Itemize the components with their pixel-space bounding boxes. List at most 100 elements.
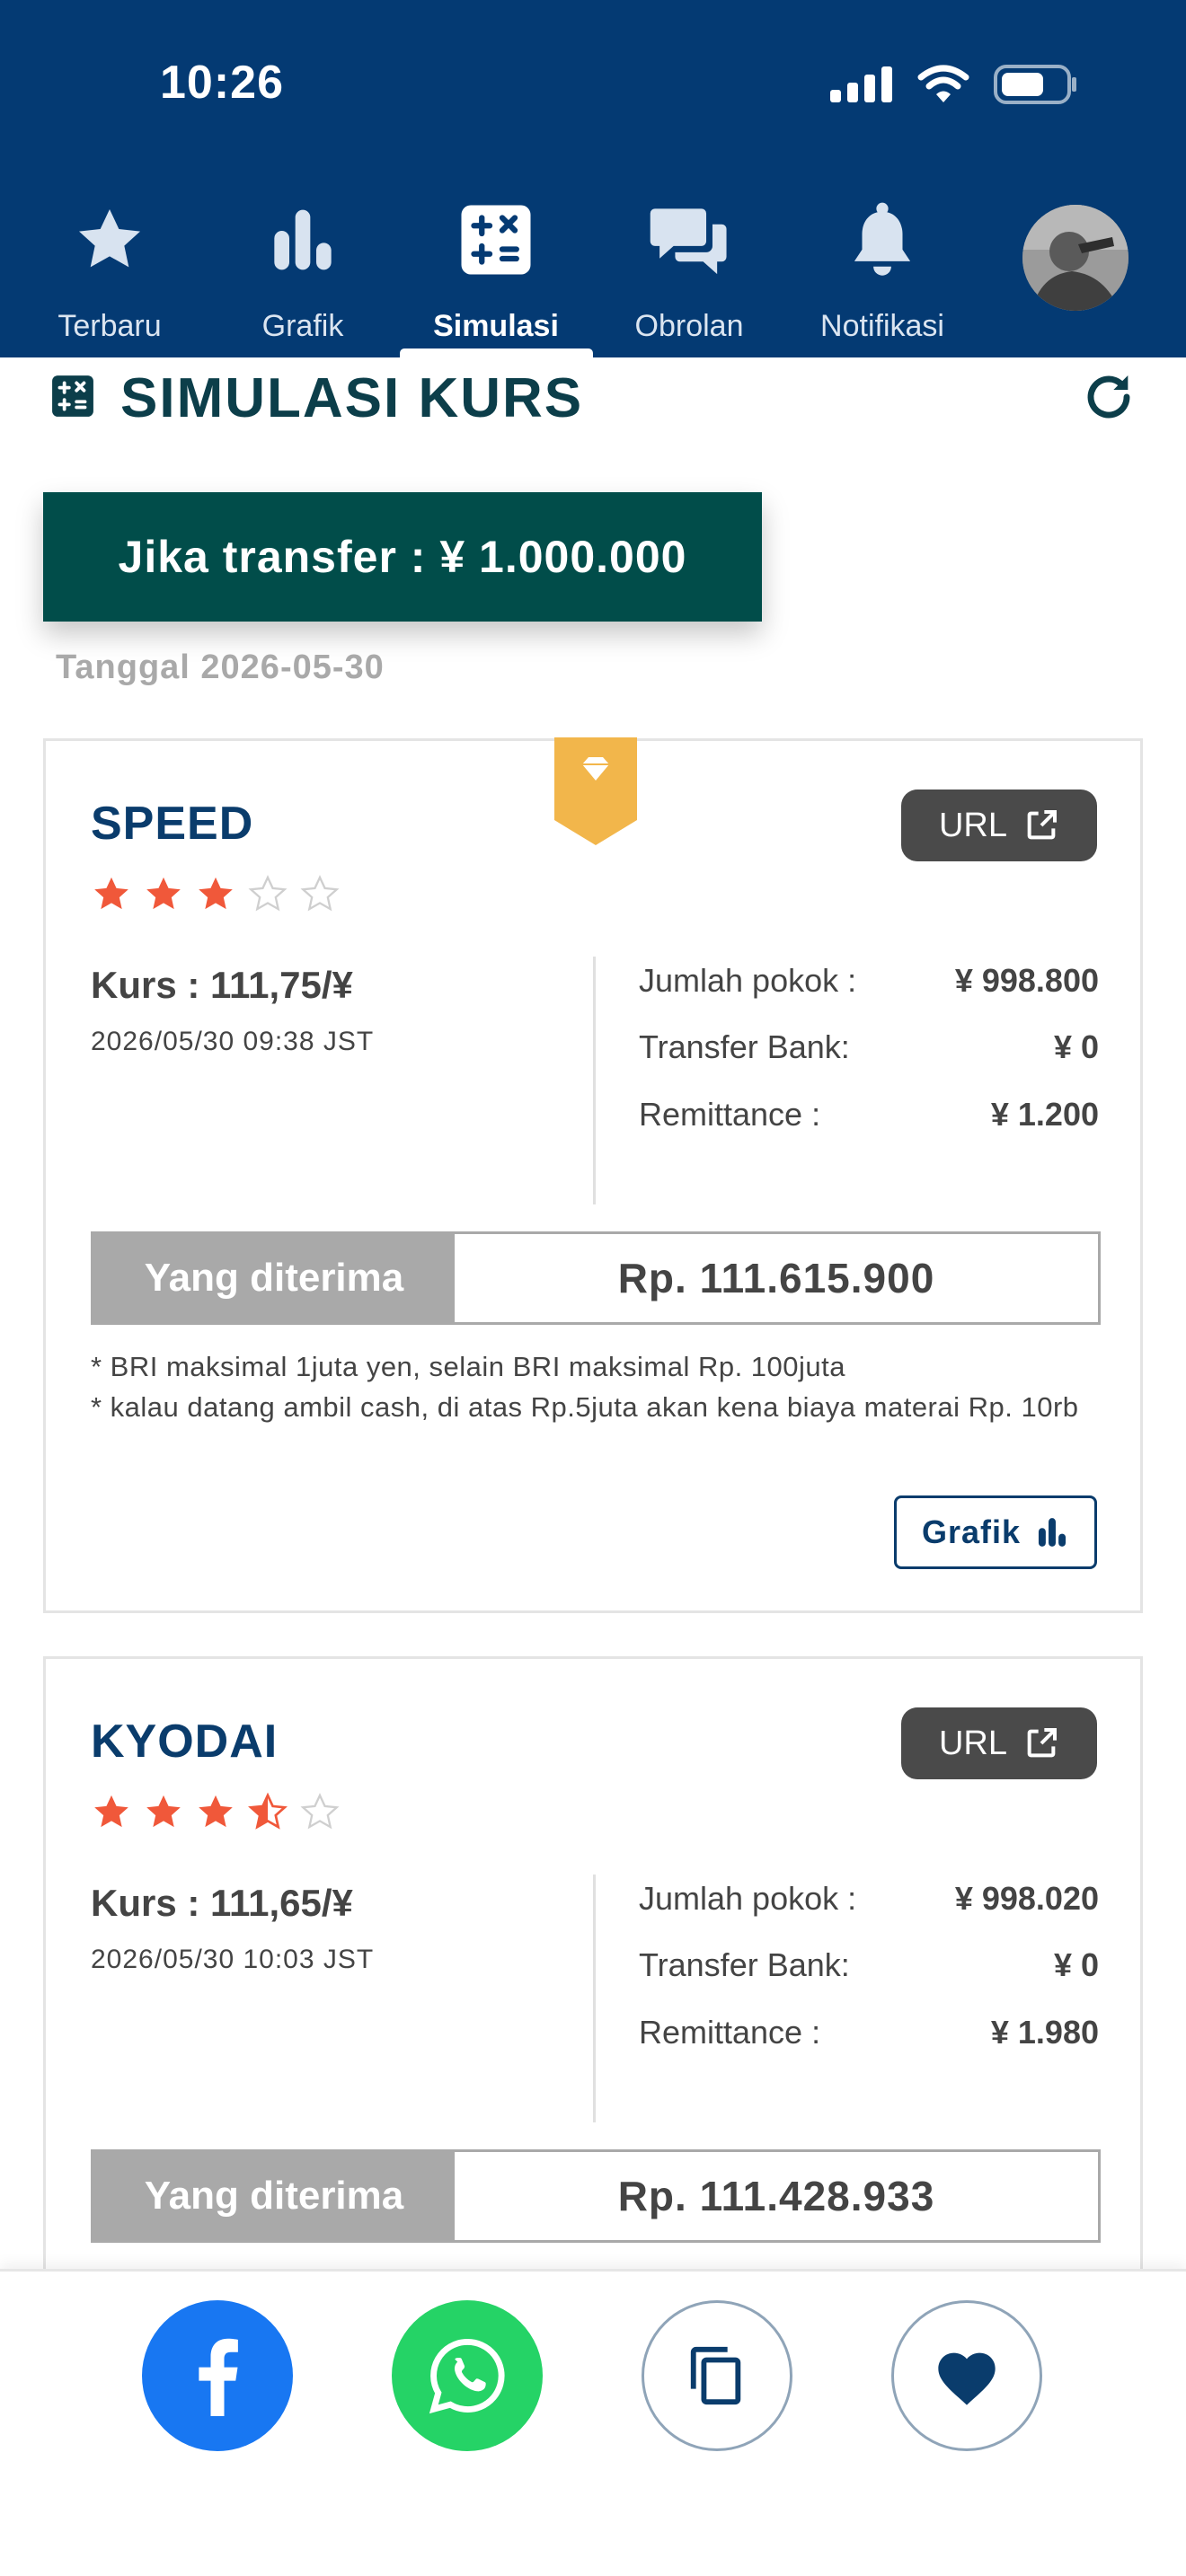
chat-icon <box>650 208 727 275</box>
rating-stars <box>91 1792 341 1833</box>
page-title: SIMULASI KURS <box>120 367 584 429</box>
status-icons <box>830 65 1078 104</box>
avatar-photo <box>1022 205 1128 311</box>
diamond-badge-icon <box>554 737 637 845</box>
note-line: * kalau datang ambil cash, di atas Rp.5j… <box>91 1391 1079 1423</box>
tab-simulasi[interactable]: Simulasi <box>406 196 586 357</box>
external-link-icon <box>1027 810 1058 840</box>
star-half-icon <box>248 1792 288 1830</box>
star-empty-icon <box>248 875 288 912</box>
star-filled-icon <box>94 877 128 910</box>
url-button[interactable]: URL <box>901 790 1097 861</box>
star-filled-icon <box>199 1795 233 1828</box>
calculator-icon <box>52 375 93 417</box>
tab-grafik-label: Grafik <box>261 309 344 343</box>
tab-grafik[interactable]: Grafik <box>213 196 393 357</box>
chart-button-label: Grafik <box>921 1513 1022 1550</box>
provider-name: SPEED <box>91 798 254 850</box>
detail-value: ¥ 998.800 <box>954 962 1099 999</box>
note-line: * BRI maksimal 1juta yen, selain BRI mak… <box>91 1351 845 1382</box>
facebook-share-button[interactable] <box>142 2300 293 2451</box>
wifi-icon <box>917 65 969 102</box>
detail-value: ¥ 0 <box>1053 1946 1099 1983</box>
detail-row: Jumlah pokok : ¥ 998.020 <box>639 1880 1099 1918</box>
detail-value: ¥ 0 <box>1053 1028 1099 1065</box>
tab-obrolan[interactable]: Obrolan <box>599 196 779 357</box>
received-value: Rp. 111.428.933 <box>617 2173 935 2219</box>
whatsapp-icon <box>429 2338 505 2414</box>
card-divider <box>593 957 596 1204</box>
whatsapp-share-button[interactable] <box>392 2300 543 2451</box>
facebook-icon <box>199 2338 238 2416</box>
simulation-date: Tanggal 2026-05-30 <box>56 648 385 686</box>
card-divider <box>593 1875 596 2122</box>
detail-value: ¥ 1.200 <box>990 1096 1099 1133</box>
exchange-rate: Kurs : 111,65/¥ <box>91 1882 353 1924</box>
tab-notifikasi[interactable]: Notifikasi <box>792 196 972 357</box>
detail-label: Remittance : <box>639 2014 821 2051</box>
star-filled-icon <box>199 877 233 910</box>
rating-stars <box>91 874 341 915</box>
exchange-rate: Kurs : 111,75/¥ <box>91 964 353 1006</box>
detail-row: Jumlah pokok : ¥ 998.800 <box>639 962 1099 1000</box>
app-header: 10:26 Terbaru Grafik Simulasi Obrolan No… <box>0 0 1186 357</box>
url-button[interactable]: URL <box>901 1707 1097 1779</box>
external-link-icon <box>1027 1728 1058 1758</box>
detail-row: Remittance : ¥ 1.200 <box>639 1096 1099 1134</box>
received-label: Yang diterima <box>93 2152 455 2240</box>
url-button-label: URL <box>938 1724 1008 1762</box>
favorite-button[interactable] <box>891 2300 1042 2451</box>
detail-row: Transfer Bank: ¥ 0 <box>639 1028 1099 1066</box>
received-value: Rp. 111.615.900 <box>617 1255 935 1301</box>
received-amount: Yang diterima Rp. 111.615.900 <box>91 1231 1101 1325</box>
url-button-label: URL <box>938 806 1008 844</box>
tab-notifikasi-label: Notifikasi <box>820 309 944 343</box>
tab-obrolan-label: Obrolan <box>634 309 744 343</box>
user-avatar[interactable] <box>1022 205 1128 311</box>
transfer-amount-box[interactable]: Jika transfer : ¥ 1.000.000 <box>43 492 762 622</box>
provider-name: KYODAI <box>91 1716 279 1768</box>
bar-chart-icon <box>1038 1518 1067 1547</box>
tab-terbaru[interactable]: Terbaru <box>20 196 199 357</box>
received-label: Yang diterima <box>93 1234 455 1322</box>
refresh-icon[interactable] <box>1080 368 1137 426</box>
status-time: 10:26 <box>160 57 284 109</box>
provider-card-speed: SPEED URL Kurs : 111,75/¥ 2026/05/30 09:… <box>43 737 1143 1613</box>
heart-icon <box>938 2352 996 2405</box>
chart-button[interactable]: Grafik <box>894 1495 1097 1569</box>
copy-link-button[interactable] <box>642 2300 792 2451</box>
main-nav: Terbaru Grafik Simulasi Obrolan Notifika… <box>0 196 1186 357</box>
detail-row: Remittance : ¥ 1.980 <box>639 2014 1099 2051</box>
active-tab-indicator <box>400 348 593 357</box>
star-icon <box>79 209 140 268</box>
provider-card-kyodai: KYODAI URL Kurs : 111,65/¥ 2026/05/30 10… <box>43 1656 1143 2375</box>
bell-icon <box>854 202 911 276</box>
received-amount: Yang diterima Rp. 111.428.933 <box>91 2149 1101 2243</box>
tab-terbaru-label: Terbaru <box>58 309 162 343</box>
card-notes: * BRI maksimal 1juta yen, selain BRI mak… <box>91 1346 1101 1427</box>
tab-simulasi-label: Simulasi <box>433 309 559 343</box>
transfer-amount-label: Jika transfer : ¥ 1.000.000 <box>118 532 687 582</box>
detail-label: Transfer Bank: <box>639 1946 850 1983</box>
rate-timestamp: 2026/05/30 09:38 JST <box>91 1027 375 1056</box>
star-filled-icon <box>146 877 181 910</box>
copy-icon <box>690 2346 741 2405</box>
rate-timestamp: 2026/05/30 10:03 JST <box>91 1945 375 1974</box>
detail-value: ¥ 998.020 <box>954 1880 1099 1917</box>
detail-row: Transfer Bank: ¥ 0 <box>639 1946 1099 1984</box>
star-filled-icon <box>146 1795 181 1828</box>
calculator-icon <box>461 205 531 275</box>
signal-icon <box>830 66 892 102</box>
star-filled-icon <box>94 1795 128 1828</box>
detail-label: Jumlah pokok : <box>639 962 857 999</box>
share-bar <box>0 2269 1186 2576</box>
bar-chart-icon <box>274 209 332 270</box>
detail-label: Jumlah pokok : <box>639 1880 857 1917</box>
star-empty-icon <box>300 1793 340 1830</box>
star-empty-icon <box>300 875 340 912</box>
battery-icon <box>994 65 1076 104</box>
page-title-row: SIMULASI KURS <box>50 366 1137 429</box>
detail-label: Transfer Bank: <box>639 1028 850 1065</box>
detail-value: ¥ 1.980 <box>990 2014 1099 2051</box>
detail-label: Remittance : <box>639 1096 821 1133</box>
